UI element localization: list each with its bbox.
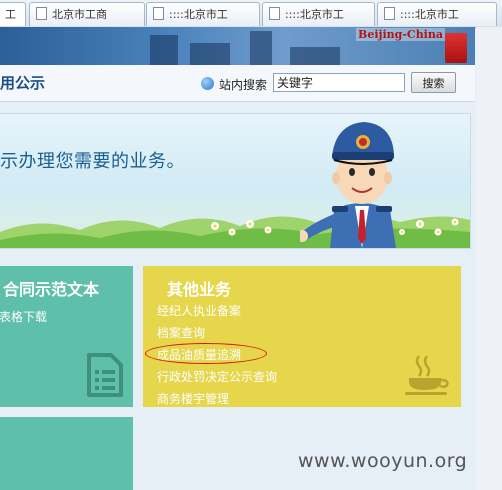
- service-tile[interactable]: [0, 417, 133, 490]
- header-brand-text: Beijing-China: [356, 28, 445, 41]
- site-header-banner: Beijing-China: [0, 27, 475, 65]
- browser-viewport: 工 北京市工商 ::::北京市工 ::::北京市工 ::::北京市工 Beiji…: [0, 0, 502, 490]
- tile-title: 合同示范文本: [3, 280, 100, 299]
- skyline-decoration: [290, 47, 340, 65]
- commercial-building-link[interactable]: 商务楼宇管理: [157, 390, 229, 407]
- document-icon: [269, 7, 280, 20]
- tab-label: ::::北京市工: [169, 8, 228, 21]
- other-services-tile: 其他业务 经纪人执业备案 档案查询 成品油质量追溯 行政处罚决定公示查询 商务楼…: [143, 266, 461, 407]
- document-icon: [384, 7, 395, 20]
- browser-tab[interactable]: ::::北京市工: [377, 2, 497, 26]
- flag-decoration: [445, 33, 467, 63]
- page-title: 用公示: [0, 74, 46, 92]
- tile-title: 其他业务: [167, 280, 232, 299]
- welcome-text: 示办理您需要的业务。: [0, 151, 185, 172]
- browser-tab-strip: 工 北京市工商 ::::北京市工 ::::北京市工 ::::北京市工: [0, 0, 502, 28]
- archive-query-link[interactable]: 档案查询: [157, 324, 205, 341]
- skyline-decoration: [190, 43, 230, 65]
- browser-tab[interactable]: ::::北京市工: [262, 2, 375, 26]
- browser-tab[interactable]: 北京市工商: [29, 2, 145, 26]
- watermark-text: www.wooyun.org: [298, 450, 468, 472]
- contract-template-tile[interactable]: 合同示范文本 表格下载: [0, 266, 133, 407]
- tab-label: ::::北京市工: [285, 8, 344, 21]
- hero-banner: 示办理您需要的业务。: [0, 113, 471, 249]
- search-input[interactable]: [273, 73, 405, 92]
- penalty-disclosure-link[interactable]: 行政处罚决定公示查询: [157, 368, 277, 385]
- broker-registration-link[interactable]: 经纪人执业备案: [157, 302, 241, 319]
- skyline-decoration: [150, 35, 178, 65]
- search-button[interactable]: 搜索: [411, 72, 456, 93]
- globe-icon: [201, 77, 214, 90]
- officer-mascot-illustration: [300, 122, 396, 248]
- skyline-decoration: [250, 31, 272, 65]
- page-right-gutter: [476, 27, 502, 490]
- document-list-icon: [87, 353, 123, 397]
- browser-tab-active[interactable]: 工: [0, 2, 26, 26]
- document-icon: [36, 7, 47, 20]
- sub-navigation: 用公示 站内搜索 搜索: [0, 65, 475, 102]
- highlight-annotation: [145, 343, 267, 364]
- document-icon: [153, 7, 164, 20]
- tab-label: ::::北京市工: [400, 8, 459, 21]
- search-label: 站内搜索: [219, 78, 268, 92]
- tab-label: 北京市工商: [52, 8, 107, 21]
- coffee-cup-icon: [405, 355, 449, 395]
- form-download-link[interactable]: 表格下载: [0, 308, 47, 325]
- browser-tab[interactable]: ::::北京市工: [146, 2, 260, 26]
- tab-label: 工: [5, 8, 16, 21]
